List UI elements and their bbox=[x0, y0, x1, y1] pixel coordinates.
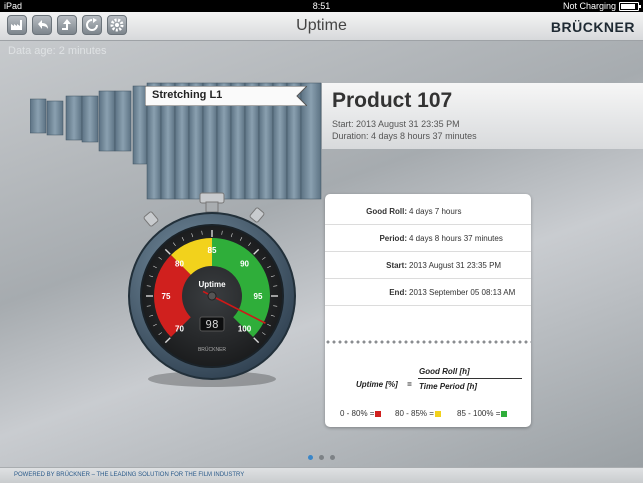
dotted-divider bbox=[325, 340, 531, 344]
detail-row-good-roll: Good Roll: 4 days 7 hours bbox=[325, 198, 531, 225]
legend-label: 0 - 80% = bbox=[340, 409, 375, 418]
nav-bar: Uptime BRÜCKNER bbox=[0, 12, 643, 41]
legend-swatch bbox=[434, 410, 441, 417]
page-title: Uptime bbox=[296, 17, 347, 34]
page-dot-2[interactable] bbox=[319, 455, 324, 460]
formula-denominator: Time Period [h] bbox=[419, 382, 478, 391]
data-age-label: Data age: 2 minutes bbox=[8, 45, 107, 57]
detail-value: 2013 August 31 23:35 PM bbox=[409, 261, 502, 270]
fraction-line bbox=[418, 378, 522, 379]
detail-value: 4 days 8 hours 37 minutes bbox=[409, 234, 503, 243]
legend-item-yellow: 80 - 85% = bbox=[395, 409, 441, 418]
legend-label: 80 - 85% = bbox=[395, 409, 434, 418]
detail-label: End: bbox=[389, 288, 407, 297]
uptime-stopwatch-gauge: 70 75 80 85 90 95 100 Uptime 98 BRÜCKNER bbox=[128, 192, 296, 387]
details-card: Good Roll: 4 days 7 hours Period: 4 days… bbox=[325, 194, 531, 427]
gauge-tick-label: 75 bbox=[162, 292, 171, 301]
gauge-tick-label: 80 bbox=[175, 259, 184, 268]
gauge-value-display: 98 bbox=[205, 318, 218, 331]
legend-label: 85 - 100% = bbox=[457, 409, 501, 418]
battery-icon bbox=[619, 1, 641, 11]
detail-value: 2013 September 05 08:13 AM bbox=[409, 288, 516, 297]
product-banner: Product 107 Start: 2013 August 31 23:35 … bbox=[322, 83, 643, 149]
detail-row-end: End: 2013 September 05 08:13 AM bbox=[325, 279, 531, 306]
gauge-tick-label: 100 bbox=[238, 325, 252, 334]
formula-lhs: Uptime [%] bbox=[356, 380, 398, 389]
legend-swatch bbox=[375, 410, 382, 417]
section-label: Stretching L1 bbox=[145, 86, 307, 106]
detail-value: 4 days 7 hours bbox=[409, 207, 462, 216]
formula-numerator: Good Roll [h] bbox=[419, 367, 470, 376]
product-duration: Duration: 4 days 8 hours 37 minutes bbox=[332, 131, 477, 141]
page-dot-1[interactable] bbox=[308, 455, 313, 460]
footer: POWERED BY BRÜCKNER – THE LEADING SOLUTI… bbox=[0, 467, 643, 483]
section-name: Stretching L1 bbox=[152, 89, 223, 101]
detail-row-period: Period: 4 days 8 hours 37 minutes bbox=[325, 225, 531, 252]
legend-swatch bbox=[501, 410, 508, 417]
gauge-tick-label: 70 bbox=[175, 325, 184, 334]
detail-label: Start: bbox=[386, 261, 407, 270]
page-dot-3[interactable] bbox=[330, 455, 335, 460]
detail-label: Good Roll: bbox=[366, 207, 407, 216]
formula-equals: = bbox=[407, 380, 412, 389]
legend-item-red: 0 - 80% = bbox=[340, 409, 382, 418]
gauge-tick-label: 95 bbox=[254, 292, 263, 301]
footer-text: POWERED BY BRÜCKNER – THE LEADING SOLUTI… bbox=[14, 472, 245, 478]
clock: 8:51 bbox=[312, 1, 331, 11]
main-content: Data age: 2 minutes Stretching L1 Produc… bbox=[0, 41, 643, 467]
status-bar: iPad 8:51 Not Charging bbox=[0, 0, 643, 12]
gauge-tick-label: 90 bbox=[240, 259, 249, 268]
gauge-label: Uptime bbox=[198, 280, 226, 289]
brand-logo: BRÜCKNER bbox=[550, 19, 635, 35]
product-start: Start: 2013 August 31 23:35 PM bbox=[332, 119, 460, 129]
gauge-brand: BRÜCKNER bbox=[198, 346, 226, 353]
product-title: Product 107 bbox=[332, 89, 453, 112]
detail-label: Period: bbox=[379, 234, 407, 243]
gauge-tick-label: 85 bbox=[208, 246, 217, 255]
battery-label: Not Charging bbox=[562, 1, 616, 11]
battery-status: Not Charging bbox=[562, 0, 641, 12]
detail-row-start: Start: 2013 August 31 23:35 PM bbox=[325, 252, 531, 279]
legend-item-green: 85 - 100% = bbox=[457, 409, 508, 418]
